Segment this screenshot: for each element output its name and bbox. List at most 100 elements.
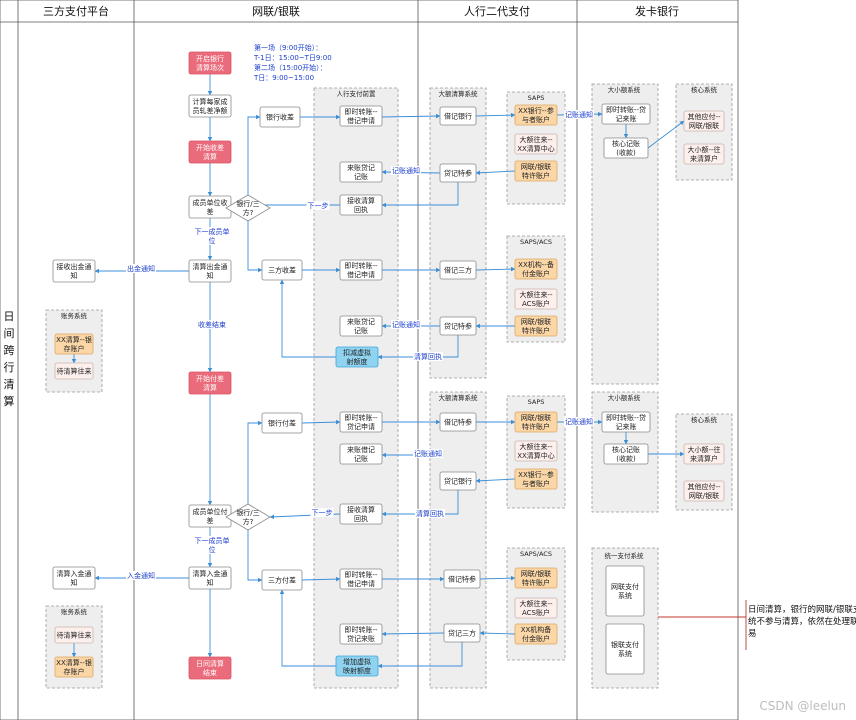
node-acc-2b: XX清算--银存账户 [54, 656, 94, 678]
lane-header-issuer: 发卡银行 [635, 4, 679, 18]
node-label: XX清算--银 [56, 335, 92, 344]
node-f3: 接收清算回执 [339, 194, 383, 216]
node-label: 清算入金通 [57, 569, 92, 578]
node-label: 来清算户 [690, 154, 718, 163]
node-f9: 接收清算回执 [339, 503, 383, 525]
node-f1: 即时转账--借记申请 [339, 105, 383, 127]
node-label: 清算场次 [196, 63, 224, 72]
edge-label-e-next-1: 下一步 [308, 202, 329, 210]
node-label: 射额度 [347, 357, 368, 366]
edge-connector [247, 530, 263, 583]
node-bank-pay: 银行付差 [261, 412, 303, 434]
node-u1: 网联支付系统 [605, 565, 645, 617]
decision-diamond-1: 银行/三方? [225, 194, 271, 222]
node-label: 即时转账-- [344, 570, 378, 579]
node-f6: 扣减虚拟射额度 [335, 346, 379, 368]
node-label: 借记申请 [347, 579, 375, 588]
node-label: 银行收差 [266, 113, 294, 122]
node-label: 网联/银联 [521, 569, 551, 578]
node-label: 即时转账-- [344, 107, 378, 116]
edge-label-e-in-notice: 入金通知 [127, 571, 155, 580]
node-label: 存账户 [64, 344, 85, 353]
node-label: 接收出金通 [57, 262, 92, 271]
node-c2a: 大小额--往来清算户 [683, 443, 725, 465]
node-acc-1a: XX清算--银存账户 [54, 333, 94, 355]
node-label: 清算出金通 [193, 262, 228, 271]
node-label: 记账 [354, 326, 368, 335]
edge-label-e-credit-notice-4: 记账通知 [565, 417, 593, 426]
diagram-canvas: 三方支付平台 网联/银联 人行二代支付 发卡银行 日间跨行清算 人行支付前置 大… [0, 0, 856, 720]
node-label: 三方付差 [268, 576, 296, 585]
group-acct-1-title: 账务系统 [61, 311, 88, 320]
node-label: 清算 [203, 383, 217, 392]
node-label: 贷记银行 [444, 477, 472, 486]
note-text: 日间清算，银行的网联/银联支付系统不参与清算，依然在处理联机交易 [748, 604, 856, 639]
edge-label-e-next-member-2: 位 [209, 545, 216, 554]
node-label: 核心记账 [612, 445, 640, 454]
node-label: XX清算中心 [517, 451, 555, 460]
node-label: 贷记三方 [448, 629, 476, 638]
node-p5: 借记特参 [439, 412, 477, 432]
node-label: 知 [71, 271, 78, 280]
node-acc-2a: 待清算往来 [54, 626, 94, 644]
node-label: 借记特参 [444, 418, 472, 427]
group-xiao-2-title: 大小额系统 [608, 393, 641, 402]
node-s1c: 网联/银联特许账户 [514, 160, 558, 182]
node-label: 清算入金通 [193, 569, 228, 578]
node-label: 网联/银联 [521, 317, 551, 326]
node-label: 系统 [618, 649, 632, 658]
node-label: 贷记申请 [347, 422, 375, 431]
node-label: 付金账户 [522, 269, 550, 278]
node-start-recv: 开始收差清算 [188, 140, 232, 164]
note-line: 易 [748, 629, 757, 639]
node-label: 网联/银联 [689, 121, 719, 130]
node-label: 其他应付-- [687, 482, 721, 491]
node-label: XX清算--银 [56, 658, 92, 667]
node-label: 与者账户 [522, 479, 550, 488]
node-label: 即时转账-- [344, 413, 378, 422]
node-label: 开始付差 [196, 374, 224, 383]
node-p2: 贷记特参 [439, 163, 477, 183]
node-s2a: XX机构--备付金账户 [514, 258, 558, 280]
node-label: 大小额--往 [687, 145, 720, 154]
side-label-char: 清 [4, 378, 15, 391]
edge-label-e-credit-notice-3: 记账通知 [392, 320, 420, 329]
group-xiao-1 [591, 83, 659, 385]
decision-label: 银行/三 [236, 199, 259, 208]
node-s4c: XX机构备付金账户 [514, 623, 558, 645]
node-u2: 银联支付系统 [605, 623, 645, 675]
node-label: ACS账户 [522, 299, 550, 308]
node-s2c: 网联/银联特许账户 [514, 315, 558, 337]
node-member-pay: 成员单位付差 [188, 504, 232, 528]
node-f8: 来账借记记账 [339, 443, 383, 465]
node-label: 即时转账--贷 [606, 413, 646, 422]
group-xiao-1-title: 大小额系统 [608, 85, 641, 94]
node-c1a: 其他应付--网联/银联 [683, 110, 725, 132]
watermark: CSDN @leelun [759, 699, 846, 713]
side-label-char: 算 [4, 394, 15, 408]
lane-header-pboc: 人行二代支付 [464, 5, 530, 18]
node-label: 特许账户 [522, 422, 550, 431]
session-info-line-2: T-1日：15:00~T日9:00 [253, 54, 332, 62]
node-p8: 贷记三方 [443, 623, 481, 643]
node-start-pay: 开始付差清算 [188, 371, 232, 395]
node-recv-out-notice: 接收出金通知 [52, 259, 96, 283]
node-label: 其他应付-- [687, 112, 721, 121]
group-saps-acs-2-title: SAPS/ACS [520, 550, 552, 558]
swimlane-diagram: 三方支付平台 网联/银联 人行二代支付 发卡银行 日间跨行清算 人行支付前置 大… [0, 0, 856, 720]
node-label: 知 [71, 578, 78, 587]
node-label: (收款) [616, 454, 636, 463]
decision-shape [225, 503, 271, 531]
node-p7: 借记特参 [443, 569, 481, 589]
node-p6: 贷记银行 [439, 471, 477, 491]
node-label: 结束 [203, 668, 217, 677]
node-label: 大小额--往 [687, 445, 720, 454]
note-line: 统不参与清算，依然在处理联机交 [748, 616, 856, 627]
node-label: 三方收差 [268, 266, 296, 275]
node-s1b: 大额往来--XX清算中心 [514, 133, 558, 155]
node-label: 借记银行 [444, 112, 472, 121]
node-label: 网联/银联 [689, 491, 719, 500]
node-label: 来账贷记 [347, 317, 375, 326]
node-label: 特许账户 [522, 578, 550, 587]
node-label: (收款) [616, 148, 636, 157]
